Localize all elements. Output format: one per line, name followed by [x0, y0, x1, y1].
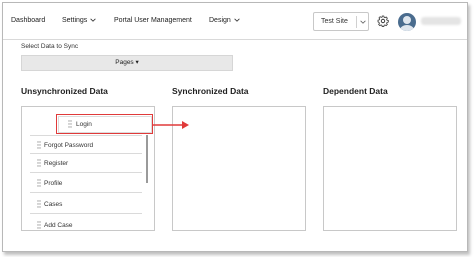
- nav-design[interactable]: Design: [209, 17, 240, 24]
- synchronized-panel[interactable]: [172, 106, 306, 231]
- panel-scrollbar[interactable]: [146, 135, 148, 183]
- drag-handle-icon: [37, 179, 41, 187]
- highlight-box: [56, 114, 153, 134]
- list-item-label: Add Case: [44, 222, 73, 229]
- list-item[interactable]: Add Case: [30, 216, 142, 230]
- list-item[interactable]: Cases: [30, 195, 142, 214]
- gear-icon[interactable]: [377, 15, 389, 27]
- nav-settings-label: Settings: [62, 17, 88, 24]
- app-window: Dashboard Settings Portal User Managemen…: [2, 2, 468, 252]
- user-avatar[interactable]: [398, 13, 416, 31]
- dependent-title: Dependent Data: [323, 86, 388, 96]
- list-item-label: Cases: [44, 201, 63, 208]
- select-data-label: Select Data to Sync: [21, 43, 79, 50]
- nav-settings[interactable]: Settings: [62, 17, 96, 24]
- drag-handle-icon: [37, 141, 41, 149]
- chevron-down-icon: [234, 18, 240, 22]
- nav-portal-user-management[interactable]: Portal User Management: [114, 17, 192, 24]
- dependent-panel: [323, 106, 457, 231]
- list-item-label: Profile: [44, 180, 63, 187]
- unsynchronized-title: Unsynchronized Data: [21, 86, 108, 96]
- list-item[interactable]: Forgot Password: [30, 135, 142, 154]
- list-item[interactable]: Register: [30, 154, 142, 173]
- user-name-blurred[interactable]: [421, 17, 461, 25]
- drag-handle-icon: [37, 159, 41, 167]
- chevron-down-icon: [360, 20, 366, 24]
- pages-dropdown-button[interactable]: Pages ▾: [21, 55, 233, 71]
- arrow-right-icon: [153, 121, 189, 129]
- avatar-body: [400, 25, 414, 31]
- list-item-label: Register: [44, 160, 69, 167]
- chevron-down-icon: [90, 18, 96, 22]
- list-item[interactable]: Profile: [30, 174, 142, 193]
- drag-handle-icon: [37, 200, 41, 208]
- top-navigation: Dashboard Settings Portal User Managemen…: [3, 3, 467, 40]
- nav-design-label: Design: [209, 17, 231, 24]
- drag-handle-icon: [37, 221, 41, 229]
- nav-dashboard[interactable]: Dashboard: [11, 17, 45, 24]
- synchronized-title: Synchronized Data: [172, 86, 249, 96]
- site-select-divider: [356, 16, 357, 28]
- avatar-head: [403, 16, 411, 24]
- nav-portal-user-management-label: Portal User Management: [114, 17, 192, 24]
- list-item-label: Forgot Password: [44, 142, 94, 149]
- site-select-value: Test Site: [321, 18, 348, 25]
- site-select[interactable]: Test Site: [313, 12, 369, 31]
- nav-dashboard-label: Dashboard: [11, 17, 46, 24]
